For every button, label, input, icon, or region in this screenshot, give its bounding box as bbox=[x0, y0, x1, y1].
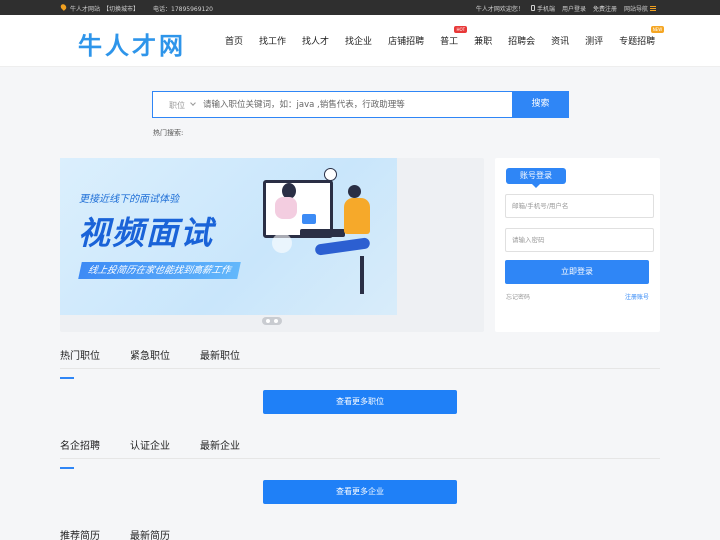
switch-city-link[interactable]: 【切换城市】 bbox=[103, 4, 139, 13]
nav-item-news[interactable]: 资讯 bbox=[543, 34, 577, 47]
tab-latest-resumes[interactable]: 最新简历 bbox=[130, 527, 170, 540]
mobile-phone-icon bbox=[530, 5, 535, 11]
nav-item-part-time[interactable]: 兼职 bbox=[466, 34, 500, 47]
login-panel: 账号登录 立即登录 忘记密码 注册账号 bbox=[495, 158, 660, 332]
man-body-illustration bbox=[344, 198, 370, 234]
nav-item-home[interactable]: 首页 bbox=[217, 34, 251, 47]
search-input[interactable] bbox=[203, 95, 508, 115]
login-button[interactable]: 立即登录 bbox=[505, 260, 649, 284]
username-field[interactable] bbox=[505, 194, 654, 218]
carousel-dot[interactable] bbox=[266, 319, 270, 323]
banner-subtitle: 更接近线下的面试体验 bbox=[79, 194, 179, 205]
free-register-link[interactable]: 免费注册 bbox=[593, 4, 617, 13]
user-login-link[interactable]: 用户登录 bbox=[562, 4, 586, 13]
resumes-tabs: 推荐简历 最新简历 bbox=[60, 527, 660, 540]
nav-item-special-hiring[interactable]: 专题招聘 NEW bbox=[611, 26, 665, 47]
nav-item-find-company[interactable]: 找企业 bbox=[337, 34, 380, 47]
play-icon bbox=[302, 214, 316, 224]
nav-item-shop-hiring[interactable]: 店铺招聘 bbox=[380, 34, 432, 47]
nav-item-general-worker[interactable]: 普工 HOT bbox=[432, 26, 468, 47]
chair-illustration bbox=[360, 256, 364, 294]
nav-label: 资讯 bbox=[551, 37, 570, 47]
tab-certified-companies[interactable]: 认证企业 bbox=[130, 437, 170, 458]
more-companies-button[interactable]: 查看更多企业 bbox=[263, 480, 457, 504]
tab-recommended-resumes[interactable]: 推荐简历 bbox=[60, 527, 100, 540]
main-nav: 首页 找工作 找人才 找企业 店铺招聘 普工 HOT 兼职 招聘会 资讯 测评 专… bbox=[217, 26, 665, 47]
tab-hot-jobs[interactable]: 热门职位 bbox=[60, 347, 100, 379]
search-type-select[interactable]: 职位 bbox=[169, 100, 185, 111]
password-field[interactable] bbox=[505, 228, 654, 252]
nav-label: 测评 bbox=[585, 37, 604, 47]
header: 牛人才网 首页 找工作 找人才 找企业 店铺招聘 普工 HOT 兼职 招聘会 资讯… bbox=[0, 15, 720, 67]
top-bar: 牛人才网站 【切换城市】 电话：17895969120 牛人才网欢迎您！ 手机端… bbox=[0, 0, 720, 15]
tab-latest-companies[interactable]: 最新企业 bbox=[200, 437, 240, 458]
banner-slide[interactable]: 更接近线下的面试体验 视频面试 线上投简历在家也能找到高薪工作 bbox=[60, 158, 397, 315]
search-bar: 职位 搜索 bbox=[152, 91, 569, 118]
nav-item-find-talent[interactable]: 找人才 bbox=[294, 34, 337, 47]
new-badge: NEW bbox=[650, 26, 665, 33]
nav-label: 找人才 bbox=[302, 37, 330, 47]
nav-label: 普工 bbox=[440, 37, 459, 47]
more-jobs-button[interactable]: 查看更多职位 bbox=[263, 390, 457, 414]
nav-item-find-job[interactable]: 找工作 bbox=[251, 34, 294, 47]
woman-body-illustration bbox=[275, 197, 297, 219]
decor-circle bbox=[272, 233, 292, 253]
menu-icon bbox=[650, 6, 656, 11]
logo[interactable]: 牛人才网 bbox=[78, 26, 186, 61]
companies-tabs: 名企招聘 认证企业 最新企业 bbox=[60, 437, 660, 469]
mobile-link[interactable]: 手机端 bbox=[530, 4, 555, 13]
nav-item-assessment[interactable]: 测评 bbox=[577, 34, 611, 47]
laptop-illustration bbox=[300, 229, 345, 237]
forgot-password-link[interactable]: 忘记密码 bbox=[506, 292, 530, 301]
man-head-illustration bbox=[348, 185, 361, 198]
banner-strip: 线上投简历在家也能找到高薪工作 bbox=[78, 262, 241, 279]
nav-label: 首页 bbox=[225, 37, 244, 47]
search-button[interactable]: 搜索 bbox=[512, 91, 569, 118]
nav-label: 找企业 bbox=[345, 37, 373, 47]
tab-latest-jobs[interactable]: 最新职位 bbox=[200, 347, 240, 368]
hot-search-label: 热门搜索: bbox=[153, 129, 184, 137]
chevron-down-icon[interactable] bbox=[190, 100, 196, 106]
man-legs-illustration bbox=[314, 237, 371, 256]
hot-badge: HOT bbox=[454, 26, 468, 33]
banner-carousel: 更接近线下的面试体验 视频面试 线上投简历在家也能找到高薪工作 bbox=[60, 158, 484, 332]
tab-urgent-jobs[interactable]: 紧急职位 bbox=[130, 347, 170, 368]
jobs-tabs: 热门职位 紧急职位 最新职位 bbox=[60, 347, 660, 379]
nav-label: 招聘会 bbox=[508, 37, 536, 47]
nav-label: 店铺招聘 bbox=[388, 37, 425, 47]
register-link[interactable]: 注册账号 bbox=[625, 292, 649, 301]
nav-label: 找工作 bbox=[259, 37, 287, 47]
mobile-label: 手机端 bbox=[536, 6, 555, 13]
site-nav-link[interactable]: 网站导航 bbox=[624, 4, 656, 13]
welcome-text: 牛人才网欢迎您！ bbox=[475, 6, 524, 13]
carousel-dots bbox=[262, 317, 282, 325]
carousel-dot[interactable] bbox=[274, 319, 278, 323]
site-nav-label: 网站导航 bbox=[623, 6, 648, 13]
location-pin-icon bbox=[59, 3, 68, 11]
site-name: 牛人才网站 bbox=[70, 6, 101, 13]
nav-label: 专题招聘 bbox=[619, 37, 656, 47]
banner-title: 视频面试 bbox=[78, 214, 215, 252]
nav-label: 兼职 bbox=[474, 37, 493, 47]
tab-top-companies[interactable]: 名企招聘 bbox=[60, 437, 100, 469]
nav-item-job-fair[interactable]: 招聘会 bbox=[500, 34, 543, 47]
top-bar-links: 牛人才网欢迎您！ 手机端 用户登录 免费注册 网站导航 bbox=[476, 4, 656, 13]
account-login-tab[interactable]: 账号登录 bbox=[506, 168, 566, 188]
contact-phone: 电话：17895969120 bbox=[153, 6, 213, 13]
